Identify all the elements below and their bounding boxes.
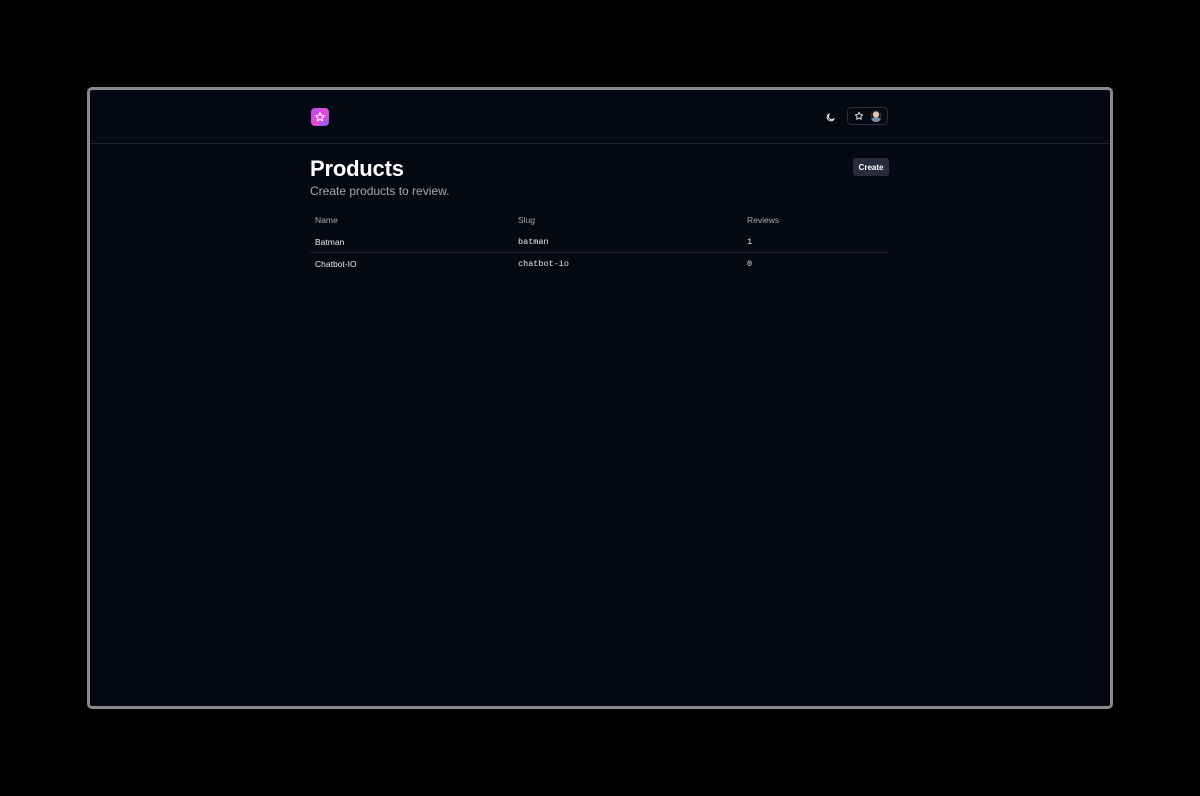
- theme-toggle-button[interactable]: [823, 110, 837, 124]
- star-outline-icon: [854, 111, 864, 120]
- user-menu-button[interactable]: [847, 107, 888, 125]
- app-logo[interactable]: [311, 108, 329, 126]
- avatar: [870, 110, 882, 122]
- product-reviews-cell: 1: [742, 231, 888, 253]
- products-table: Name Slug Reviews Batman batman 1 Chatbo…: [310, 209, 888, 274]
- page-title: Products: [310, 156, 404, 181]
- page-subtitle: Create products to review.: [310, 184, 450, 198]
- product-name-cell: Batman: [310, 231, 513, 253]
- star-icon: [315, 112, 325, 122]
- top-navbar: [90, 90, 1110, 144]
- table-header-row: Name Slug Reviews: [310, 209, 888, 231]
- product-name-cell: Chatbot-IO: [315, 258, 357, 269]
- column-header-name[interactable]: Name: [310, 209, 513, 231]
- product-slug-cell: batman: [513, 231, 742, 253]
- moon-icon: [826, 112, 835, 121]
- create-button[interactable]: Create: [853, 158, 889, 176]
- table-row[interactable]: Batman batman 1: [310, 231, 888, 253]
- column-header-reviews[interactable]: Reviews: [742, 209, 888, 231]
- table-row[interactable]: Chatbot-IO chatbot-io 0: [310, 253, 888, 275]
- product-slug-cell: chatbot-io: [518, 258, 570, 269]
- product-reviews-cell: 0: [747, 258, 753, 269]
- app-window: Products Create products to review. Crea…: [87, 87, 1113, 709]
- column-header-slug[interactable]: Slug: [513, 209, 742, 231]
